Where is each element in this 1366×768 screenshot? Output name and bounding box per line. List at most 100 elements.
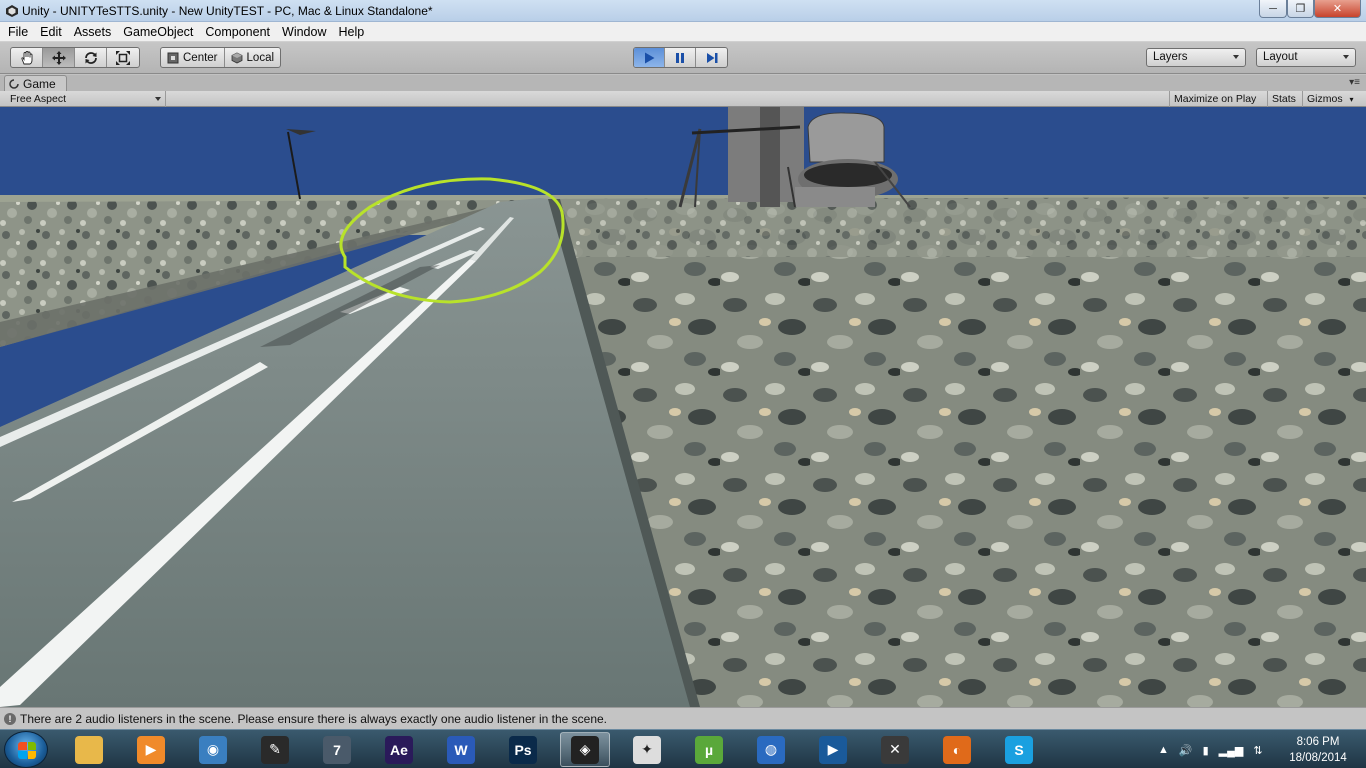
utorrent-icon: µ: [695, 735, 723, 764]
seven-app-icon: 7: [323, 735, 351, 764]
taskbar-camera-app-button[interactable]: ◉: [188, 732, 238, 767]
after-effects-icon: Ae: [385, 735, 413, 764]
layout-dropdown[interactable]: Layout: [1256, 48, 1356, 67]
chevron-down-icon: ▾: [1349, 95, 1354, 104]
taskbar-seven-app-button[interactable]: 7: [312, 732, 362, 767]
taskbar-google-earth-button[interactable]: ◍: [746, 732, 796, 767]
tray-expand-icon[interactable]: ▲: [1158, 744, 1169, 756]
stats-toggle[interactable]: Stats: [1267, 91, 1302, 107]
playback-controls: [633, 47, 728, 68]
photoshop-icon: Ps: [509, 735, 537, 764]
taskbar-skype-button[interactable]: S: [994, 732, 1044, 767]
menu-file[interactable]: File: [2, 22, 34, 42]
step-icon: [706, 52, 717, 63]
taskbar-media-player-button[interactable]: ▶: [126, 732, 176, 767]
taskbar-firefox-button[interactable]: ◐: [932, 732, 982, 767]
gizmos-label: Gizmos: [1307, 93, 1343, 105]
layers-label: Layers: [1153, 51, 1188, 63]
media-player-icon: ▶: [137, 735, 165, 764]
google-earth-icon: ◍: [757, 735, 785, 764]
hand-tool-button[interactable]: [11, 48, 43, 67]
local-space-icon: [231, 52, 242, 63]
menu-help[interactable]: Help: [332, 22, 370, 42]
clock-time: 8:06 PM: [1296, 736, 1340, 748]
info-icon: !: [4, 712, 16, 725]
pause-icon: [676, 52, 684, 63]
minimize-button[interactable]: ─: [1259, 0, 1287, 18]
chevron-down-icon: [1343, 55, 1349, 59]
window-title-bar: Unity - UNITYTeSTTS.unity - New UnityTES…: [0, 0, 1366, 22]
taskbar-network-tool-button[interactable]: ✕: [870, 732, 920, 767]
pause-button[interactable]: [665, 48, 696, 67]
layers-dropdown[interactable]: Layers: [1146, 48, 1246, 67]
tab-game-label: Game: [23, 76, 56, 91]
video-player-icon: ▶: [819, 735, 847, 764]
maximize-on-play-toggle[interactable]: Maximize on Play: [1169, 91, 1267, 107]
network-tool-icon: ✕: [881, 735, 909, 764]
game-scene: [0, 107, 1366, 707]
chevron-down-icon: [155, 97, 161, 101]
menu-component[interactable]: Component: [199, 22, 276, 42]
signal-icon[interactable]: ▂▄▆: [1219, 744, 1244, 757]
step-button[interactable]: [696, 48, 727, 67]
game-view-icon: [9, 78, 19, 89]
status-message: There are 2 audio listeners in the scene…: [20, 711, 608, 726]
panel-tab-bar: Game ▾≡: [0, 75, 1366, 91]
unity-icon: ◈: [571, 735, 599, 764]
main-toolbar: Center Local Layers Layout: [0, 42, 1366, 74]
scale-icon: [116, 50, 130, 65]
panel-options-icon[interactable]: ▾≡: [1349, 77, 1360, 88]
volume-icon[interactable]: 🔊: [1179, 744, 1193, 757]
menu-assets[interactable]: Assets: [68, 22, 118, 42]
taskbar-feather-app-button[interactable]: ✎: [250, 732, 300, 767]
aspect-dropdown[interactable]: Free Aspect: [6, 91, 166, 107]
unity-app-icon: [6, 5, 18, 17]
clock-date: 18/08/2014: [1289, 752, 1347, 764]
close-icon: ✕: [1332, 3, 1343, 15]
menu-gameobject[interactable]: GameObject: [117, 22, 199, 42]
game-view-toolbar: Free Aspect Maximize on Play Stats Gizmo…: [0, 91, 1366, 107]
maximize-button[interactable]: ❐: [1287, 0, 1314, 18]
taskbar-after-effects-button[interactable]: Ae: [374, 732, 424, 767]
windows-logo-icon: [18, 742, 36, 759]
firefox-icon: ◐: [943, 735, 971, 764]
pivot-local-button[interactable]: Local: [225, 48, 280, 67]
window-title: Unity - UNITYTeSTTS.unity - New UnityTES…: [22, 4, 433, 18]
taskbar-clock[interactable]: 8:06 PM 18/08/2014: [1278, 734, 1358, 766]
system-tray: ▲ 🔊 ▮ ▂▄▆ ⇅: [1158, 740, 1263, 760]
rotate-tool-button[interactable]: [75, 48, 107, 67]
skype-icon: S: [1005, 735, 1033, 764]
taskbar-word-button[interactable]: W: [436, 732, 486, 767]
center-pivot-icon: [167, 52, 179, 63]
taskbar-file-explorer-button[interactable]: [64, 732, 114, 767]
word-icon: W: [447, 735, 475, 764]
gizmos-dropdown[interactable]: Gizmos ▾: [1302, 91, 1360, 107]
minimize-icon: ─: [1269, 2, 1277, 15]
camera-app-icon: ◉: [199, 735, 227, 764]
close-button[interactable]: ✕: [1314, 0, 1361, 18]
start-button[interactable]: [4, 731, 48, 768]
aspect-label: Free Aspect: [10, 93, 67, 105]
pivot-local-label: Local: [246, 51, 275, 64]
hand-icon: [20, 50, 32, 64]
zbrush-icon: ✦: [633, 735, 661, 764]
ground-right-far: [545, 197, 1366, 257]
console-status-bar[interactable]: ! There are 2 audio listeners in the sce…: [0, 707, 1366, 729]
play-button[interactable]: [634, 48, 665, 67]
taskbar-zbrush-button[interactable]: ✦: [622, 732, 672, 767]
feather-app-icon: ✎: [261, 735, 289, 764]
taskbar-video-player-button[interactable]: ▶: [808, 732, 858, 767]
taskbar-unity-button[interactable]: ◈: [560, 732, 610, 767]
rotate-icon: [84, 51, 97, 64]
menu-edit[interactable]: Edit: [34, 22, 68, 42]
taskbar-utorrent-button[interactable]: µ: [684, 732, 734, 767]
scale-tool-button[interactable]: [107, 48, 139, 67]
pivot-center-button[interactable]: Center: [161, 48, 225, 67]
taskbar-photoshop-button[interactable]: Ps: [498, 732, 548, 767]
menu-window[interactable]: Window: [276, 22, 332, 42]
network-icon[interactable]: ⇅: [1253, 744, 1262, 757]
game-viewport[interactable]: [0, 107, 1366, 707]
tab-game[interactable]: Game: [4, 75, 67, 91]
battery-icon[interactable]: ▮: [1203, 744, 1209, 757]
move-tool-button[interactable]: [43, 48, 75, 67]
